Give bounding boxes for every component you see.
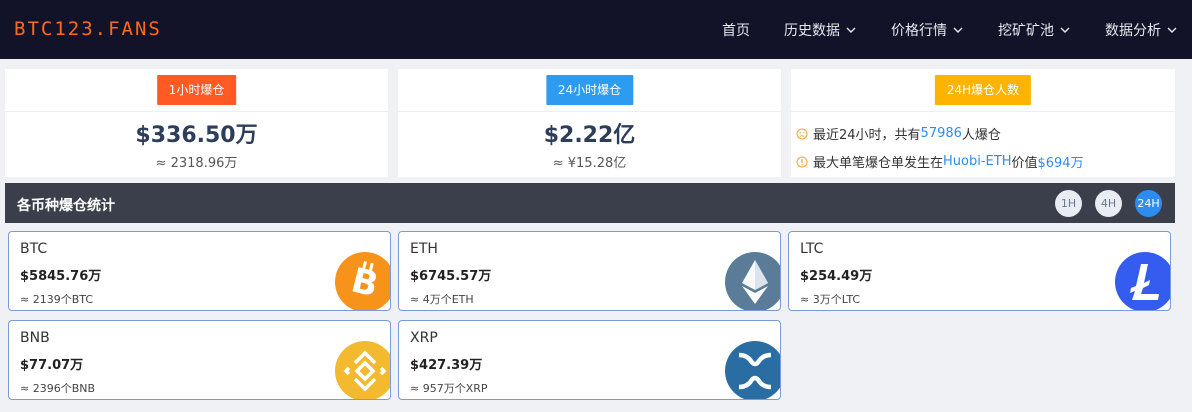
timeframe-4h-button[interactable]: 4H (1095, 190, 1122, 217)
divider (398, 111, 781, 112)
coin-card-bnb[interactable]: BNB $77.07万 ≈ 2396个BNB (8, 320, 391, 400)
coin-amount: $427.39万 (410, 358, 483, 373)
badge-24h-people: 24H爆仓人数 (934, 75, 1032, 105)
chevron-down-icon (953, 27, 963, 33)
nav-prices-label: 价格行情 (891, 22, 947, 39)
nav-history-label: 历史数据 (784, 22, 840, 39)
nav-mining[interactable]: 挖矿矿池 (998, 20, 1071, 40)
divider (791, 111, 1175, 112)
coin-symbol: BTC (20, 241, 48, 257)
coin-symbol: ETH (410, 241, 438, 257)
card-24h-liquidation: 24小时爆仓 $2.22亿 ≈ ¥15.28亿 (398, 69, 781, 177)
nav-prices[interactable]: 价格行情 (891, 20, 964, 40)
nav-history[interactable]: 历史数据 (784, 20, 857, 40)
ethereum-icon (725, 252, 780, 310)
largest-prefix: 最大单笔爆仓单发生在 (813, 156, 944, 171)
binance-icon (335, 341, 390, 399)
nav-home-label: 首页 (722, 22, 750, 39)
coin-amount: $6745.57万 (410, 269, 492, 284)
bitcoin-icon: B (335, 252, 390, 310)
value-1h: $336.50万 (135, 123, 258, 148)
nav-analysis-label: 数据分析 (1105, 22, 1161, 39)
people-suffix: 人爆仓 (961, 128, 1001, 143)
nav-home[interactable]: 首页 (722, 20, 750, 40)
coin-quantity: ≈ 957万个XRP (410, 382, 488, 395)
info-icon (796, 156, 808, 167)
coin-card-btc[interactable]: BTC $5845.76万 ≈ 2139个BTC B (8, 231, 391, 311)
coin-symbol: BNB (20, 330, 50, 346)
card-1h-liquidation: 1小时爆仓 $336.50万 ≈ 2318.96万 (5, 69, 388, 177)
section-title: 各币种爆仓统计 (17, 198, 115, 214)
timeframe-24h-button[interactable]: 24H (1135, 190, 1162, 217)
coin-symbol: XRP (410, 330, 438, 346)
sad-face-icon (796, 128, 808, 139)
coin-quantity: ≈ 3万个LTC (800, 293, 861, 306)
site-logo[interactable]: BTC123.FANS (14, 18, 162, 40)
coin-amount: $254.49万 (800, 269, 873, 284)
people-count-line: 最近24小时，共有 57986 人爆仓 (796, 124, 1001, 143)
coin-stats-header: 各币种爆仓统计 1H 4H 24H (5, 183, 1175, 223)
largest-value: $694万 (1037, 156, 1084, 171)
coin-quantity: ≈ 2139个BTC (20, 293, 94, 306)
coin-card-xrp[interactable]: XRP $427.39万 ≈ 957万个XRP (398, 320, 781, 400)
sub-value-24h: ≈ ¥15.28亿 (552, 156, 627, 171)
badge-24h: 24小时爆仓 (545, 75, 634, 105)
largest-liquidation-line: 最大单笔爆仓单发生在 Huobi-ETH 价值 $694万 (796, 152, 1084, 171)
sub-value-1h: ≈ 2318.96万 (155, 156, 238, 171)
value-24h: $2.22亿 (543, 123, 636, 148)
coin-card-eth[interactable]: ETH $6745.57万 ≈ 4万个ETH (398, 231, 781, 311)
people-count: 57986 (920, 126, 962, 141)
coin-amount: $77.07万 (20, 358, 84, 373)
divider (5, 111, 388, 112)
chevron-down-icon (1167, 27, 1177, 33)
chevron-down-icon (846, 27, 856, 33)
nav-mining-label: 挖矿矿池 (998, 22, 1054, 39)
card-24h-people: 24H爆仓人数 最近24小时，共有 57986 人爆仓 最大单笔爆仓单发生在 H… (791, 69, 1175, 177)
timeframe-1h-button[interactable]: 1H (1055, 190, 1082, 217)
coin-symbol: LTC (800, 241, 824, 257)
coin-card-ltc[interactable]: LTC $254.49万 ≈ 3万个LTC (788, 231, 1171, 311)
coin-amount: $5845.76万 (20, 269, 102, 284)
nav-analysis[interactable]: 数据分析 (1105, 20, 1178, 40)
main-nav: 首页 历史数据 价格行情 挖矿矿池 数据分析 (722, 0, 1192, 59)
litecoin-icon (1115, 252, 1170, 310)
largest-mid: 价值 (1011, 156, 1038, 171)
chevron-down-icon (1060, 27, 1070, 33)
coin-quantity: ≈ 2396个BNB (20, 382, 96, 395)
ripple-icon (725, 341, 780, 399)
coin-quantity: ≈ 4万个ETH (410, 293, 474, 306)
top-navbar: BTC123.FANS 首页 历史数据 价格行情 挖矿矿池 数据分析 (0, 0, 1192, 59)
largest-exchange[interactable]: Huobi-ETH (943, 154, 1011, 169)
people-prefix: 最近24小时，共有 (813, 128, 921, 143)
badge-1h: 1小时爆仓 (156, 75, 237, 105)
